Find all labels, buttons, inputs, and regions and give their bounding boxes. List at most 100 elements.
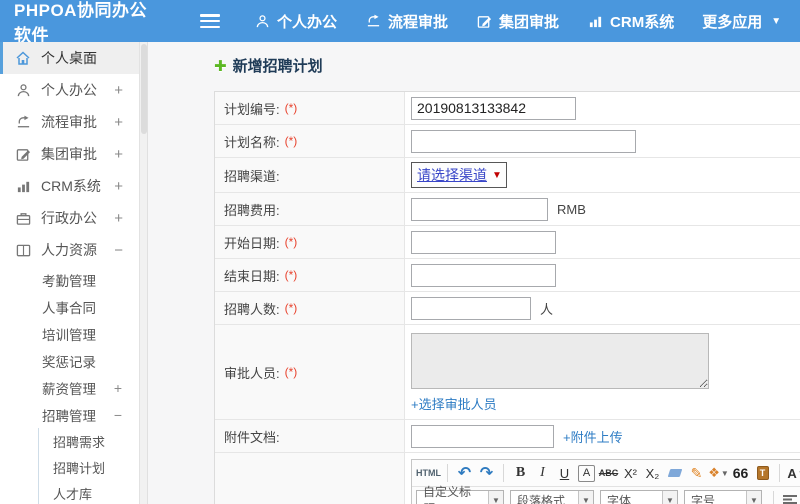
align-left-icon[interactable] (780, 489, 800, 504)
sidebar-item-salary-mgmt[interactable]: 薪资管理 + (0, 374, 139, 401)
topnav-label: 个人办公 (277, 13, 338, 31)
headcount-input[interactable] (411, 296, 531, 320)
process-icon (365, 13, 381, 29)
sidebar-item-talent-pool[interactable]: 人才库 (39, 480, 139, 504)
required-mark: (*) (284, 365, 298, 379)
superscript-button[interactable]: X² (620, 462, 641, 484)
sidebar-item-label: 个人桌面 (41, 50, 97, 66)
sidebar-item-hr-contract[interactable]: 人事合同 (0, 293, 139, 320)
topnav-more-apps[interactable]: 更多应用 ▼ (702, 11, 781, 32)
collapse-minus-icon[interactable]: − (114, 407, 122, 423)
bold-button[interactable]: B (510, 462, 531, 484)
html-source-button[interactable]: HTML (416, 462, 441, 484)
form-row-channel: 招聘渠道: 请选择渠道 ▼ (215, 158, 800, 193)
channel-select[interactable]: 请选择渠道 ▼ (411, 162, 507, 188)
sidebar-item-admin-office[interactable]: 行政办公 + (0, 202, 139, 234)
topnav-label: 更多应用 (702, 13, 763, 31)
font-size-select[interactable]: 字号 ▼ (684, 489, 762, 504)
caret-down-icon: ▼ (488, 490, 503, 504)
process-icon (15, 114, 31, 130)
autotypeset-button[interactable]: A (578, 464, 595, 482)
underline-button[interactable]: U (554, 462, 575, 484)
autoformat-icon[interactable]: ❖ ▼ (708, 462, 729, 484)
topnav-personal-office[interactable]: 个人办公 (254, 11, 337, 32)
sidebar-item-reward-records[interactable]: 奖惩记录 (0, 347, 139, 374)
sidebar-item-recruit-mgmt[interactable]: 招聘管理 − (0, 401, 139, 428)
font-family-select[interactable]: 字体 ▼ (600, 489, 678, 504)
form-row-end-date: 结束日期: (*) (215, 259, 800, 292)
sidebar-item-recruit-plan[interactable]: 招聘计划 (39, 454, 139, 480)
form-row-plan-name: 计划名称: (*) (215, 125, 800, 158)
expand-plus-icon[interactable]: + (114, 114, 123, 131)
sidebar-item-group-approval[interactable]: 集团审批 + (0, 138, 139, 170)
required-mark: (*) (284, 101, 298, 115)
redo-icon[interactable]: ↷ (476, 462, 497, 484)
sidebar-scrollbar[interactable] (140, 42, 148, 504)
sidebar-subitem-label: 招聘管理 (42, 408, 96, 424)
expand-plus-icon[interactable]: + (114, 146, 123, 163)
sidebar-item-training-mgmt[interactable]: 培训管理 (0, 320, 139, 347)
caret-down-icon: ▼ (578, 490, 593, 504)
end-date-input[interactable] (411, 263, 556, 287)
paragraph-format-select[interactable]: 段落格式 ▼ (510, 489, 594, 504)
blockquote-button[interactable]: 66 (730, 462, 751, 484)
sidebar-item-attendance-mgmt[interactable]: 考勤管理 (0, 266, 139, 293)
attachment-input[interactable] (411, 424, 554, 448)
format-brush-icon[interactable]: ✎ (686, 462, 707, 484)
sidebar-item-personal-office[interactable]: 个人办公 + (0, 74, 139, 106)
topnav-crm-system[interactable]: CRM系统 (587, 11, 674, 32)
italic-button[interactable]: I (532, 462, 553, 484)
paste-icon[interactable]: T (752, 462, 773, 484)
app-logo: PHPOA协同办公软件 (14, 1, 147, 45)
chart-icon (15, 178, 31, 194)
sidebar-subitem-label: 招聘需求 (53, 434, 106, 450)
field-label: 计划编号: (224, 101, 280, 117)
sidebar-subitem-label: 人才库 (53, 486, 93, 502)
plan-number-input[interactable] (411, 96, 576, 120)
subscript-button[interactable]: X₂ (642, 462, 663, 484)
sidebar-item-personal-desktop[interactable]: 个人桌面 (0, 42, 139, 74)
channel-select-value: 请选择渠道 (417, 167, 487, 183)
topnav-label: 集团审批 (499, 13, 560, 31)
undo-icon[interactable]: ↶ (454, 462, 475, 484)
field-label: 计划名称: (224, 134, 280, 150)
select-approvers-link[interactable]: +选择审批人员 (411, 394, 497, 413)
unit-suffix: 人 (540, 301, 554, 317)
required-mark: (*) (284, 301, 298, 315)
sidebar-subitem-label: 培训管理 (42, 327, 96, 343)
required-mark: (*) (284, 268, 298, 282)
field-label: 招聘费用: (224, 202, 280, 218)
sidebar-item-recruit-demand[interactable]: 招聘需求 (39, 428, 139, 454)
sidebar-item-workflow-approval[interactable]: 流程审批 + (0, 106, 139, 138)
required-mark: (*) (284, 235, 298, 249)
sidebar-item-human-resources[interactable]: 人力资源 − (0, 234, 139, 266)
form-row-start-date: 开始日期: (*) (215, 226, 800, 259)
heading-select[interactable]: 自定义标题▼ (416, 485, 504, 504)
strikethrough-button[interactable]: ABC (598, 462, 619, 484)
expand-plus-icon[interactable]: + (114, 210, 123, 227)
approvers-textarea[interactable] (411, 333, 709, 389)
edit-icon (15, 146, 31, 162)
plan-name-input[interactable] (411, 129, 636, 153)
font-color-button[interactable]: A▼ (786, 462, 800, 484)
recruit-plan-form: 计划编号: (*) 计划名称: (*) 招聘渠道: 请选择渠道 ▼ (214, 91, 800, 504)
expand-plus-icon[interactable]: + (114, 82, 123, 99)
sidebar-item-crm-system[interactable]: CRM系统 + (0, 170, 139, 202)
top-navigation: 个人办公 流程审批 集团审批 CRM系统 更多应用 ▼ (254, 11, 781, 32)
menu-toggle-icon[interactable] (200, 14, 220, 28)
collapse-minus-icon[interactable]: − (114, 242, 123, 259)
start-date-input[interactable] (411, 230, 556, 254)
sidebar: 个人桌面 个人办公 + 流程审批 + 集团审批 + CRM系统 + 行政办公 +… (0, 42, 140, 504)
recruit-submenu: 招聘需求 招聘计划 人才库 (38, 428, 139, 504)
person-icon (254, 13, 270, 29)
topnav-group-approval[interactable]: 集团审批 (476, 11, 559, 32)
eraser-icon[interactable] (664, 462, 685, 484)
expand-plus-icon[interactable]: + (114, 380, 122, 396)
sidebar-item-label: 集团审批 (41, 146, 97, 162)
topnav-workflow-approval[interactable]: 流程审批 (365, 11, 448, 32)
field-label: 审批人员: (224, 365, 280, 381)
attachment-upload-link[interactable]: +附件上传 (563, 427, 623, 446)
form-row-approvers: 审批人员: (*) +选择审批人员 (215, 325, 800, 420)
expand-plus-icon[interactable]: + (114, 178, 123, 195)
cost-input[interactable] (411, 197, 548, 221)
